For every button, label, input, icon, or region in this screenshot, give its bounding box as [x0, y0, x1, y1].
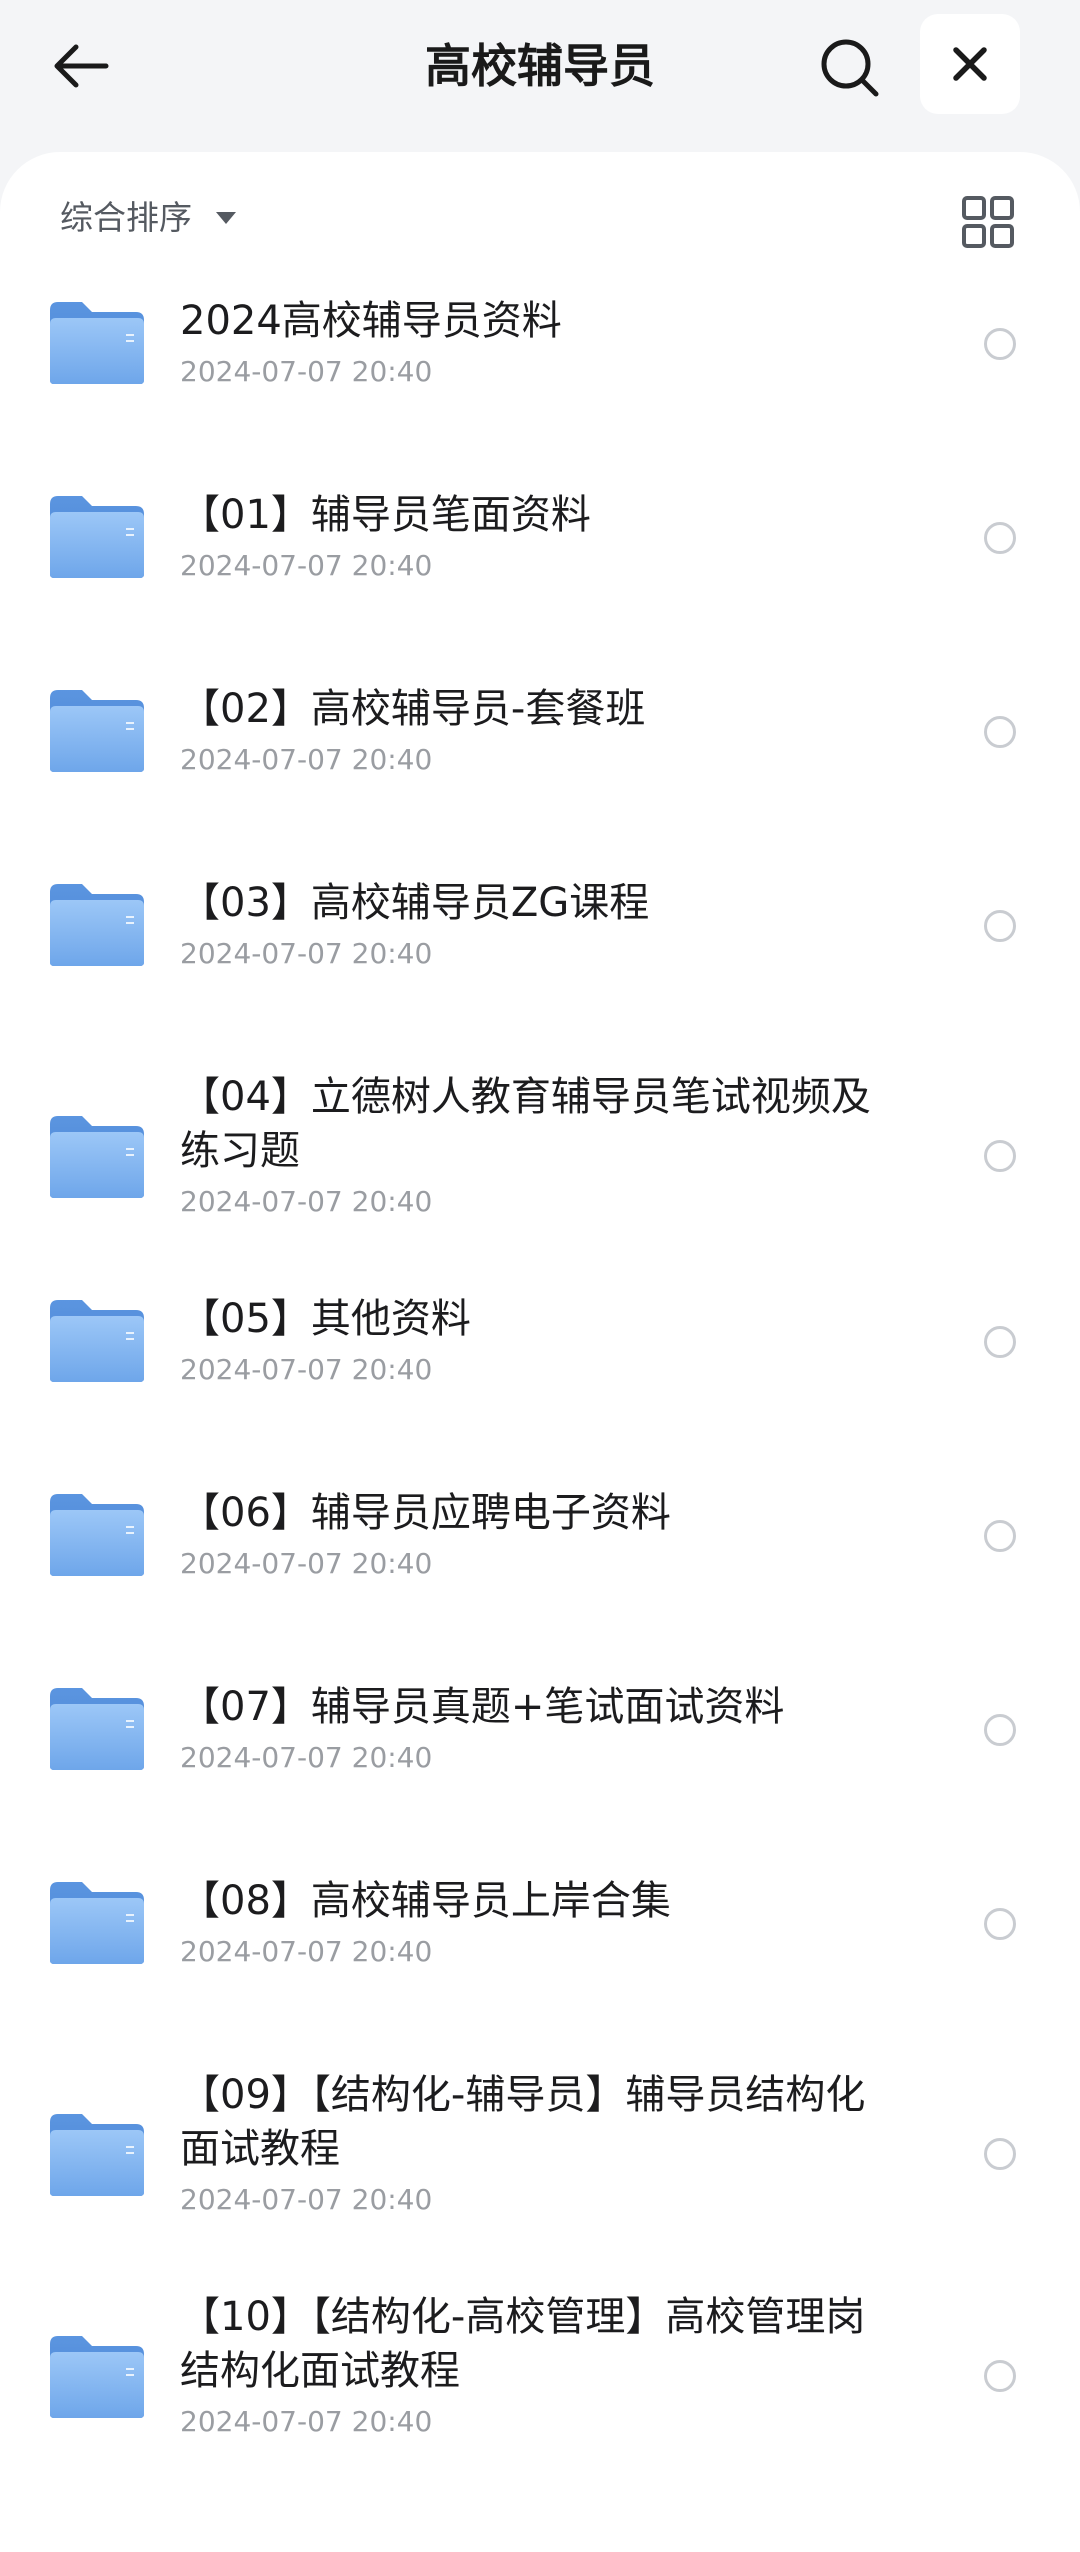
folder-icon — [48, 2334, 146, 2420]
folder-name: 【03】高校辅导员ZG课程 — [180, 880, 650, 926]
close-button[interactable] — [920, 14, 1020, 114]
select-radio[interactable] — [984, 1714, 1016, 1746]
folder-name: 【01】辅导员笔面资料 — [180, 492, 591, 538]
folder-row[interactable]: 【10】【结构化-高校管理】高校管理岗结构化面试教程 2024-07-07 20:… — [0, 2278, 1080, 2500]
folder-icon — [48, 882, 146, 968]
folder-name: 【02】高校辅导员-套餐班 — [180, 686, 646, 732]
folder-row[interactable]: 2024高校辅导员资料 2024-07-07 20:40 — [0, 282, 1080, 476]
page-title: 高校辅导员 — [425, 39, 655, 93]
select-radio[interactable] — [984, 328, 1016, 360]
caret-down-icon — [216, 212, 236, 224]
folder-name: 【09】【结构化-辅导员】辅导员结构化面试教程 — [180, 2072, 866, 2172]
folder-text: 【04】立德树人教育辅导员笔试视频及练习题 2024-07-07 20:40 — [180, 1070, 880, 1222]
folder-text: 【06】辅导员应聘电子资料 2024-07-07 20:40 — [180, 1486, 880, 1584]
folder-text: 【10】【结构化-高校管理】高校管理岗结构化面试教程 2024-07-07 20:… — [180, 2290, 880, 2442]
folder-row[interactable]: 【01】辅导员笔面资料 2024-07-07 20:40 — [0, 476, 1080, 670]
search-button[interactable] — [810, 28, 890, 108]
folder-name: 【10】【结构化-高校管理】高校管理岗结构化面试教程 — [180, 2294, 866, 2394]
folder-text: 【01】辅导员笔面资料 2024-07-07 20:40 — [180, 488, 880, 586]
folder-text: 【02】高校辅导员-套餐班 2024-07-07 20:40 — [180, 682, 880, 780]
folder-date: 2024-07-07 20:40 — [180, 355, 433, 388]
folder-icon — [48, 1492, 146, 1578]
select-radio[interactable] — [984, 2138, 1016, 2170]
select-radio[interactable] — [984, 1520, 1016, 1552]
folder-row[interactable]: 【03】高校辅导员ZG课程 2024-07-07 20:40 — [0, 864, 1080, 1058]
folder-date: 2024-07-07 20:40 — [180, 1935, 433, 1968]
grid-view-icon[interactable] — [960, 194, 1016, 250]
folder-icon — [48, 1114, 146, 1200]
folder-name: 【08】高校辅导员上岸合集 — [180, 1878, 671, 1924]
folder-text: 【07】辅导员真题+笔试面试资料 2024-07-07 20:40 — [180, 1680, 880, 1778]
folder-row[interactable]: 【02】高校辅导员-套餐班 2024-07-07 20:40 — [0, 670, 1080, 864]
sort-dropdown[interactable]: 综合排序 — [60, 194, 236, 242]
folder-text: 【08】高校辅导员上岸合集 2024-07-07 20:40 — [180, 1874, 880, 1972]
folder-date: 2024-07-07 20:40 — [180, 1547, 433, 1580]
select-radio[interactable] — [984, 2360, 1016, 2392]
select-radio[interactable] — [984, 1140, 1016, 1172]
select-radio[interactable] — [984, 716, 1016, 748]
folder-date: 2024-07-07 20:40 — [180, 549, 433, 582]
folder-icon — [48, 1880, 146, 1966]
folder-row[interactable]: 【06】辅导员应聘电子资料 2024-07-07 20:40 — [0, 1474, 1080, 1668]
folder-date: 2024-07-07 20:40 — [180, 2183, 433, 2216]
search-icon — [821, 39, 879, 97]
select-radio[interactable] — [984, 910, 1016, 942]
folder-icon — [48, 1686, 146, 1772]
folder-row[interactable]: 【04】立德树人教育辅导员笔试视频及练习题 2024-07-07 20:40 — [0, 1058, 1080, 1280]
folder-date: 2024-07-07 20:40 — [180, 1185, 433, 1218]
folder-icon — [48, 688, 146, 774]
sort-label: 综合排序 — [60, 198, 192, 237]
folder-icon — [48, 494, 146, 580]
folder-row[interactable]: 【09】【结构化-辅导员】辅导员结构化面试教程 2024-07-07 20:40 — [0, 2056, 1080, 2278]
folder-icon — [48, 1298, 146, 1384]
folder-name: 【04】立德树人教育辅导员笔试视频及练习题 — [180, 1074, 871, 1174]
folder-name: 【06】辅导员应聘电子资料 — [180, 1490, 671, 1536]
folder-icon — [48, 2112, 146, 2198]
select-radio[interactable] — [984, 1326, 1016, 1358]
folder-row[interactable]: 【08】高校辅导员上岸合集 2024-07-07 20:40 — [0, 1862, 1080, 2056]
folder-date: 2024-07-07 20:40 — [180, 1741, 433, 1774]
folder-date: 2024-07-07 20:40 — [180, 937, 433, 970]
list-toolbar: 综合排序 — [0, 152, 1080, 282]
file-list: 2024高校辅导员资料 2024-07-07 20:40 【01】辅导员笔面资料 20… — [0, 282, 1080, 2500]
folder-name: 【07】辅导员真题+笔试面试资料 — [180, 1684, 785, 1730]
folder-date: 2024-07-07 20:40 — [180, 1353, 433, 1386]
folder-text: 2024高校辅导员资料 2024-07-07 20:40 — [180, 294, 880, 392]
folder-row[interactable]: 【05】其他资料 2024-07-07 20:40 — [0, 1280, 1080, 1474]
folder-text: 【09】【结构化-辅导员】辅导员结构化面试教程 2024-07-07 20:40 — [180, 2068, 880, 2220]
select-radio[interactable] — [984, 522, 1016, 554]
folder-row[interactable]: 【07】辅导员真题+笔试面试资料 2024-07-07 20:40 — [0, 1668, 1080, 1862]
folder-text: 【03】高校辅导员ZG课程 2024-07-07 20:40 — [180, 876, 880, 974]
folder-name: 2024高校辅导员资料 — [180, 298, 562, 344]
close-icon — [953, 47, 987, 81]
select-radio[interactable] — [984, 1908, 1016, 1940]
file-panel: 综合排序 2024高校辅导员资料 2024-07-07 20:40 【01】辅导员笔… — [0, 152, 1080, 2552]
folder-name: 【05】其他资料 — [180, 1296, 471, 1342]
folder-date: 2024-07-07 20:40 — [180, 2405, 433, 2438]
folder-text: 【05】其他资料 2024-07-07 20:40 — [180, 1292, 880, 1390]
folder-icon — [48, 300, 146, 386]
folder-date: 2024-07-07 20:40 — [180, 743, 433, 776]
top-bar: 高校辅导员 — [0, 0, 1080, 150]
